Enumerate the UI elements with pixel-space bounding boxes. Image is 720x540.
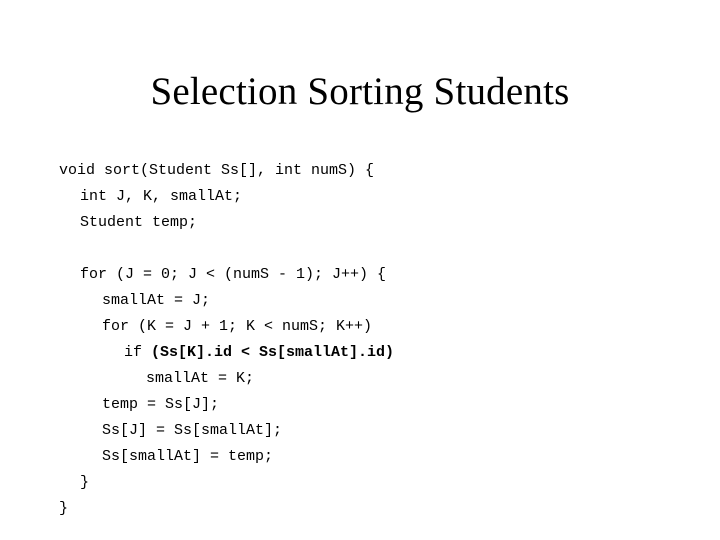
code-token: for (J = 0; J < (numS - 1); J++) {: [80, 266, 387, 283]
code-line: temp = Ss[J];: [59, 392, 394, 418]
code-token: for (K = J + 1; K < numS; K++): [102, 318, 373, 335]
code-line: }: [59, 470, 394, 496]
code-line: smallAt = J;: [59, 288, 394, 314]
code-token: void sort(Student Ss[], int numS) {: [59, 162, 375, 179]
code-line: Ss[smallAt] = temp;: [59, 444, 394, 470]
code-line: smallAt = K;: [59, 366, 394, 392]
code-token: smallAt = K;: [146, 370, 255, 387]
code-token-emphasized: (Ss[K].id < Ss[smallAt].id): [151, 344, 395, 361]
page-title: Selection Sorting Students: [150, 70, 570, 113]
code-token: int J, K, smallAt;: [80, 188, 243, 205]
code-token: Ss[J] = Ss[smallAt];: [102, 422, 283, 439]
code-line: void sort(Student Ss[], int numS) {: [59, 158, 394, 184]
code-line: for (K = J + 1; K < numS; K++): [59, 314, 394, 340]
code-line: Student temp;: [59, 210, 394, 236]
code-line: if (Ss[K].id < Ss[smallAt].id): [59, 340, 394, 366]
code-token: Student temp;: [80, 214, 198, 231]
slide-canvas: Selection Sorting Students void sort(Stu…: [0, 0, 720, 540]
code-line: for (J = 0; J < (numS - 1); J++) {: [59, 262, 394, 288]
code-token: if: [124, 344, 152, 361]
code-token: }: [80, 474, 90, 491]
code-line: }: [59, 496, 394, 522]
code-block: void sort(Student Ss[], int numS) { int J…: [59, 158, 394, 522]
code-line: Ss[J] = Ss[smallAt];: [59, 418, 394, 444]
code-token: }: [59, 500, 69, 517]
code-token: smallAt = J;: [102, 292, 211, 309]
code-token: temp = Ss[J];: [102, 396, 220, 413]
code-line: int J, K, smallAt;: [59, 184, 394, 210]
code-token: Ss[smallAt] = temp;: [102, 448, 274, 465]
